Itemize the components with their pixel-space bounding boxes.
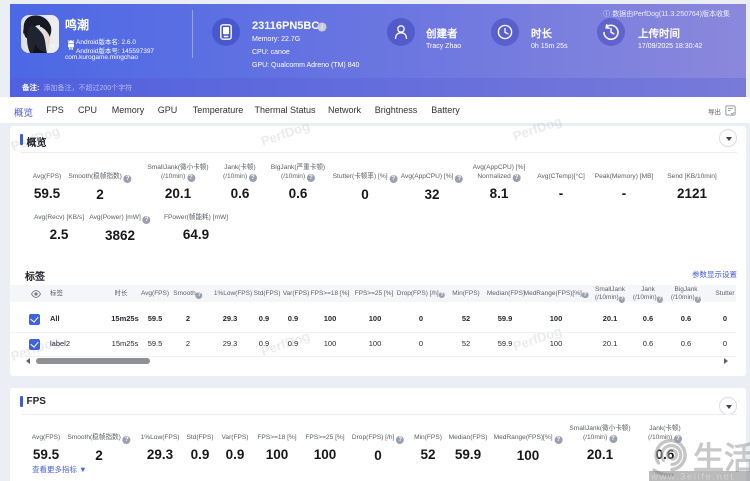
svg-text:i: i (321, 24, 323, 31)
svg-text:www.3elife.net: www.3elife.net (650, 472, 735, 481)
